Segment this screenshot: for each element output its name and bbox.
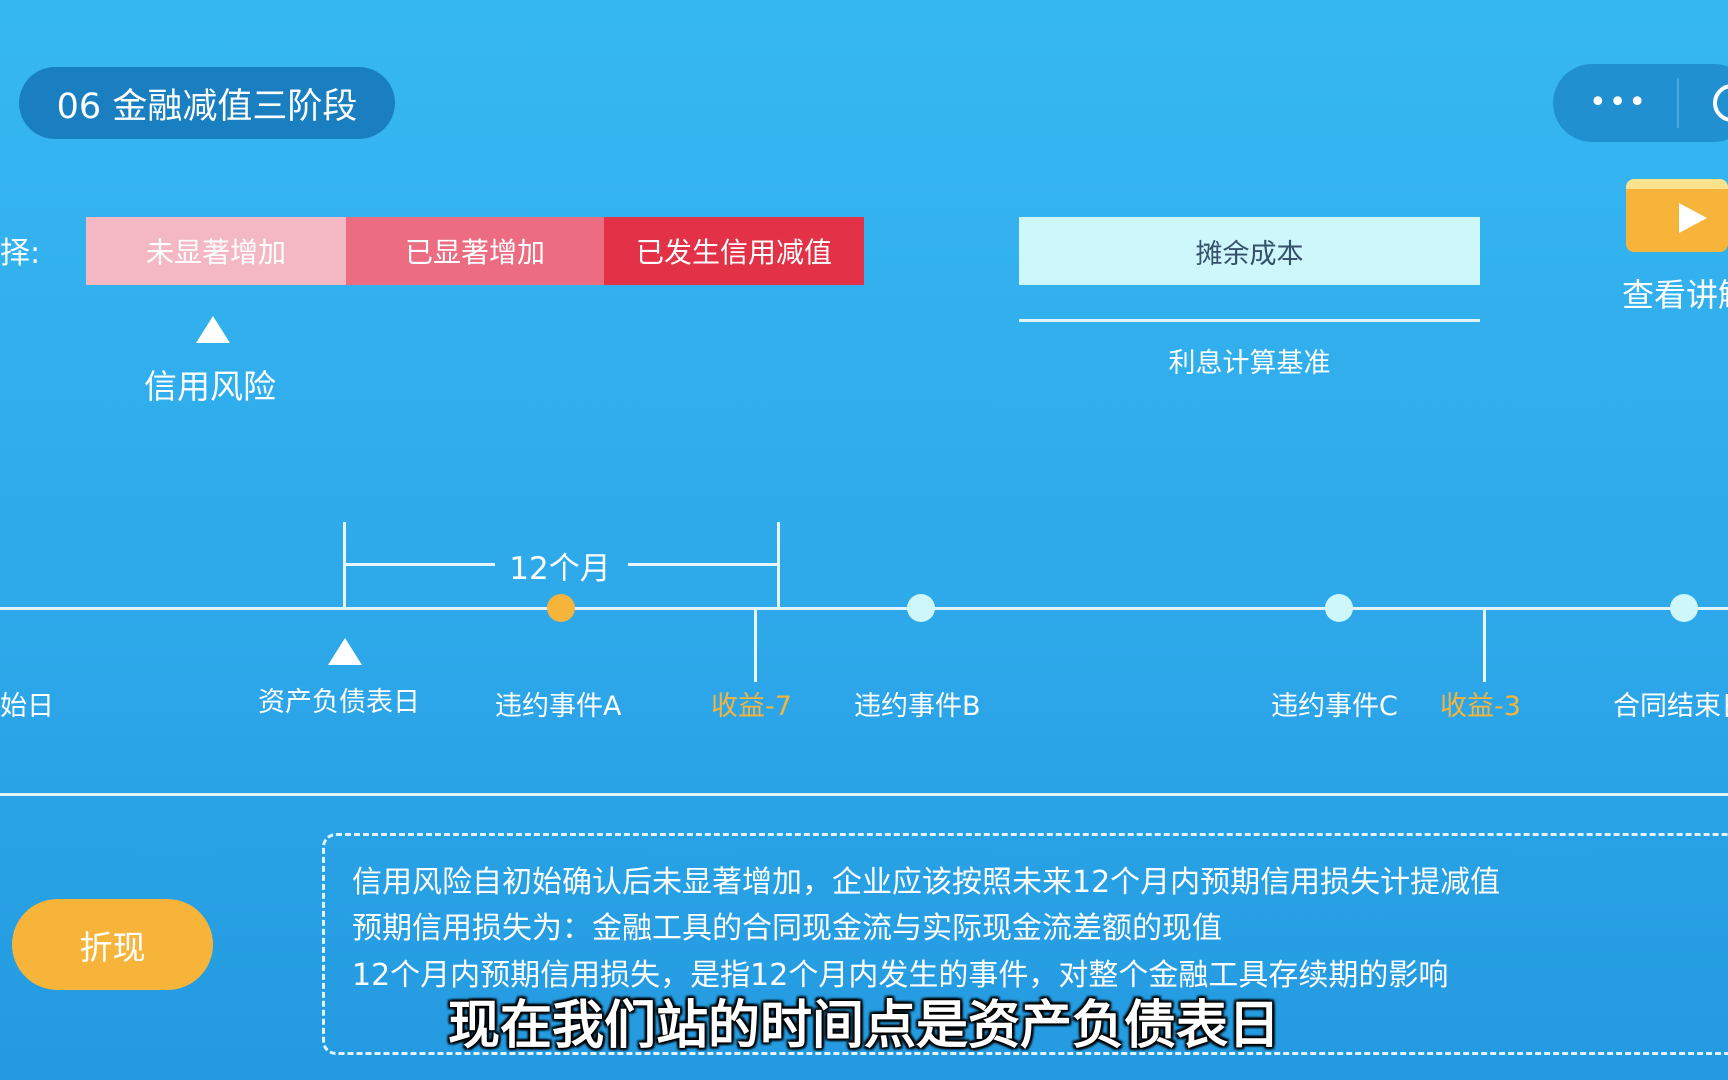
timeline-label-default-a: 违约事件A (495, 691, 622, 722)
more-icon[interactable]: ••• (1589, 88, 1648, 118)
default-c-marker (1325, 594, 1353, 622)
timeline-label-income-2: 收益-3 (1440, 691, 1521, 722)
period-bracket-right (628, 563, 778, 566)
close-icon[interactable] (1713, 84, 1728, 122)
period-bracket-left (345, 563, 495, 566)
credit-risk-label: 信用风险 (144, 367, 276, 406)
period-label: 12个月 (509, 551, 611, 587)
interest-basis-label: 利息计算基准 (1168, 348, 1331, 379)
stage-pointer-icon (196, 316, 230, 343)
stage-significant-button[interactable]: 已显著增加 (346, 217, 604, 285)
amortized-cost-box: 摊余成本 (1019, 217, 1480, 285)
section-divider (0, 793, 1728, 796)
default-a-marker (547, 594, 575, 622)
info-line-2: 预期信用损失为：金融工具的合同现金流与实际现金流差额的现值 (352, 911, 1222, 946)
income-2-tick (1483, 608, 1486, 682)
stage-impaired-button[interactable]: 已发生信用减值 (604, 217, 864, 285)
default-b-marker (907, 594, 935, 622)
mini-program-capsule[interactable]: ••• (1553, 64, 1728, 142)
timeline-label-contract-end: 合同结束日 (1613, 691, 1728, 722)
video-label[interactable]: 查看讲解 (1622, 270, 1728, 316)
timeline-label-default-c: 违约事件C (1271, 691, 1398, 722)
balance-sheet-pointer-icon (328, 638, 362, 665)
timeline-label-balance-sheet-date: 资产负债表日 (258, 687, 420, 718)
timeline-label-default-b: 违约事件B (854, 691, 981, 722)
video-play-icon[interactable] (1626, 179, 1728, 252)
selection-label: 选择: (0, 236, 41, 271)
timeline-label-income-1: 收益-7 (711, 691, 792, 722)
amortized-divider (1019, 319, 1480, 322)
capsule-divider (1677, 78, 1679, 128)
stage-not-significant-button[interactable]: 未显著增加 (86, 217, 346, 285)
video-subtitle: 现在我们站的时间点是资产负债表日 (447, 996, 1280, 1056)
timeline-axis (0, 607, 1728, 610)
page-title: 06 金融减值三阶段 (19, 67, 395, 139)
discount-button[interactable]: 折现 (12, 899, 213, 990)
info-line-1: 信用风险自初始确认后未显著增加，企业应该按照未来12个月内预期信用损失计提减值 (352, 865, 1501, 900)
income-1-tick (754, 608, 757, 682)
play-icon (1679, 203, 1707, 233)
contract-end-marker (1670, 594, 1698, 622)
timeline-label-start: 初始日 (0, 691, 54, 722)
